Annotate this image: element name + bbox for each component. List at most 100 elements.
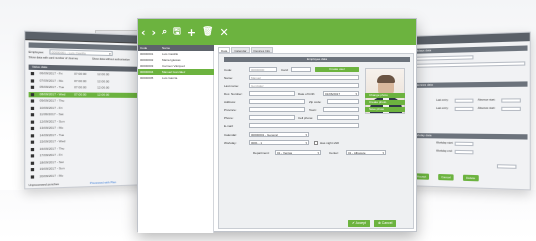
email-field[interactable] (249, 123, 359, 128)
save-photo-button[interactable]: Save photo (365, 107, 405, 112)
table-row[interactable]: 06/09/2017 - Fri 07:00:00 12:00:00 (29, 71, 146, 78)
row-entry-time: 07:00:00 (74, 71, 87, 77)
doc-number-field[interactable] (249, 91, 295, 96)
time-field[interactable] (501, 98, 521, 103)
table-row[interactable]: 14/09/2017 - Tue (29, 132, 146, 138)
row-marker-icon (30, 154, 35, 158)
employee-list: 00000001 Luis Castillo 00000002 Maria Igles… (138, 51, 214, 233)
delete-icon[interactable]: 🗑 (202, 27, 213, 38)
cancel-button[interactable]: Cancel (438, 173, 454, 181)
section-title: Employee data (224, 57, 410, 62)
calendar-label: Calendar: (224, 133, 238, 137)
employee-select[interactable]: 00000001 - Luis Castillo (49, 49, 113, 57)
time-field[interactable] (454, 141, 474, 147)
zip-label: Zip code: (309, 100, 322, 104)
center-select[interactable]: 01 - Albacete (346, 150, 386, 155)
lastname-field[interactable]: González (249, 83, 359, 88)
row-exit-time: 12:00:00 (97, 72, 110, 77)
holiday-field[interactable] (411, 61, 526, 68)
processed-link[interactable]: Processed with Plan (90, 180, 116, 185)
show-data-option[interactable]: Show data with card number of Journey (29, 56, 78, 61)
phone-label: Phone: (224, 116, 234, 120)
add-icon[interactable]: + (187, 27, 196, 38)
row-marker-icon (30, 140, 35, 144)
dob-label: Date of birth: (298, 92, 316, 96)
create-photo-button[interactable]: Create photo (365, 100, 405, 105)
row-marker-icon (30, 147, 35, 151)
row-marker-icon (30, 92, 35, 96)
name-field[interactable]: Manuel (249, 75, 359, 80)
name-label: Name: (224, 76, 233, 80)
toolbar: ‹ › ⌕ 🖫 + 🗑 ✕ (138, 19, 416, 45)
chevron-left-icon[interactable]: ‹ (141, 27, 146, 38)
town-label: Town: (309, 108, 317, 112)
row-marker-icon (30, 167, 35, 172)
night-shift-checkbox[interactable] (314, 140, 318, 145)
time-field[interactable] (454, 106, 474, 111)
card-label: Card: (281, 68, 289, 72)
cancel-button[interactable]: ⊗ Cancel (373, 220, 397, 227)
row-marker-icon (30, 85, 35, 89)
table-row[interactable]: 11/09/2017 - Sat (29, 112, 146, 117)
row-date: 06/09/2017 - Fri (39, 71, 63, 76)
time-field[interactable] (454, 149, 474, 155)
code-label: Code: (224, 68, 233, 72)
code-field[interactable]: 00000000 (249, 67, 277, 72)
dob-field[interactable]: 01/06/2017 (323, 91, 359, 96)
town-field[interactable] (323, 107, 359, 112)
table-row[interactable]: 08/09/2017 - Wed 07:00:00 12:00:00 (28, 91, 147, 98)
table-row[interactable]: 12/09/2017 - Sun (29, 119, 146, 125)
row-entry-time: 07:00:00 (74, 78, 87, 83)
table-row[interactable]: 05/09/2017 - Tue 07:00:00 12:00:00 (29, 85, 146, 91)
table-row[interactable]: 10/09/2017 - Fri (29, 105, 146, 110)
card-field[interactable] (291, 67, 311, 72)
close-icon[interactable]: ✕ (219, 27, 228, 38)
calendar-select[interactable]: 00000001 - General (249, 132, 309, 137)
row-date: 13/09/2017 - Mo (39, 125, 64, 130)
table-row[interactable]: 20/09/2017 - Mo (29, 171, 146, 180)
row-exit-time: 12:00:00 (97, 78, 110, 83)
show-without-auth-option[interactable]: Show data without authorization (92, 58, 130, 63)
row-date: 20/09/2017 - Mo (39, 172, 64, 178)
zip-field[interactable] (327, 99, 359, 104)
department-label: Department: (253, 151, 270, 155)
holiday-field[interactable] (411, 55, 474, 61)
cell-phone-label: Cell phone: (298, 116, 314, 120)
doc-number-label: Doc. Number: (224, 92, 243, 96)
col-value-date: Value date (31, 64, 48, 70)
unprocessed-label: Unprocessed punches (28, 181, 59, 188)
create-user-button[interactable]: Create user (315, 67, 359, 72)
night-shift-label: Has night shift (320, 141, 340, 145)
delete-button[interactable]: Delete (462, 174, 479, 182)
row-marker-icon (30, 161, 35, 165)
table-row[interactable]: 13/09/2017 - Mo (29, 125, 146, 131)
accept-button[interactable]: ✔ Accept (348, 220, 370, 227)
address-field[interactable] (249, 99, 305, 104)
workday-select[interactable]: 0001 - 1 (249, 140, 309, 145)
row-date: 18/09/2017 - Sat (39, 159, 64, 165)
time-field[interactable] (501, 106, 521, 111)
row-entry-time: 07:00:00 (74, 85, 87, 90)
time-field[interactable] (454, 98, 474, 103)
row-date: 11/09/2017 - Sat (39, 112, 64, 117)
row-date: 09/09/2017 - Thu (39, 98, 65, 103)
table-row[interactable]: 07/09/2017 - Mo 07:00:00 12:00:00 (29, 78, 146, 85)
change-photo-button[interactable]: Change photo (365, 93, 405, 98)
search-icon[interactable]: ⌕ (162, 27, 167, 38)
row-date: 07/09/2017 - Mo (39, 77, 64, 83)
chevron-right-icon[interactable]: › (152, 27, 157, 38)
row-date: 17/09/2017 - Fri (39, 152, 63, 158)
holidays-window: Holidays data Absences data Last entry: … (405, 31, 531, 191)
table-row[interactable]: 09/09/2017 - Thu (29, 98, 146, 104)
department-select[interactable]: 01 - Ventas (275, 150, 321, 155)
time-field[interactable] (496, 164, 517, 169)
province-field[interactable] (249, 107, 305, 112)
employee-label: Employee: (28, 49, 45, 55)
cell-phone-field[interactable] (317, 115, 359, 120)
list-item[interactable]: 00000005 Luis García (138, 75, 214, 81)
phone-field[interactable] (249, 115, 295, 120)
workday-end-label: Workday end: (436, 149, 453, 153)
row-date: 14/09/2017 - Tue (39, 132, 65, 137)
save-icon[interactable]: 🖫 (173, 27, 181, 38)
email-label: E-mail: (224, 124, 234, 128)
